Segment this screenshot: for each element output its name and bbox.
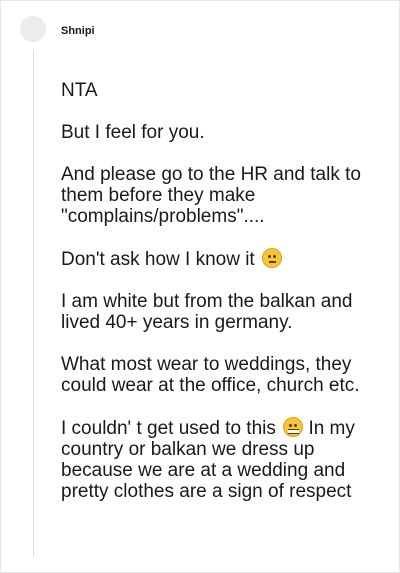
comment-text: Don't ask how I know it: [61, 249, 255, 270]
comment-body: NTA But I feel for you. And please go to…: [61, 80, 381, 523]
comment-author[interactable]: Shnipi: [61, 25, 95, 38]
comment-paragraph: I am white but from the balkan and lived…: [61, 291, 353, 333]
eye-roll-emoji-icon: [262, 248, 282, 268]
zipper-mouth-emoji-icon: [283, 417, 304, 437]
thread-collapse-line[interactable]: [33, 50, 34, 556]
comment-paragraph: I couldn' t get used to this In my count…: [61, 417, 381, 502]
comment-text: I couldn' t get used to this: [61, 418, 276, 439]
comment-card: Shnipi NTA But I feel for you. And pleas…: [0, 0, 400, 573]
comment-paragraph: What most wear to weddings, they could w…: [61, 354, 360, 396]
comment-paragraph: Don't ask how I know it: [61, 248, 381, 270]
comment-paragraph: And please go to the HR and talk to them…: [61, 164, 361, 227]
avatar[interactable]: [20, 16, 46, 42]
comment-paragraph: NTA: [61, 80, 98, 101]
comment-paragraph: But I feel for you.: [61, 122, 205, 143]
